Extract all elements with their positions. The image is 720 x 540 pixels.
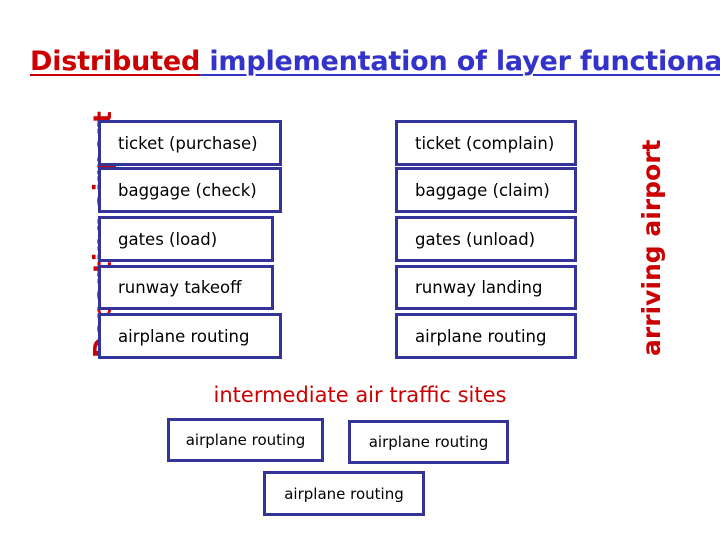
layer-box-label: airplane routing — [118, 326, 250, 346]
layer-box-departing-routing[interactable]: airplane routing — [98, 313, 282, 359]
layer-box-arriving-ticket[interactable]: ticket (complain) — [395, 120, 577, 166]
layer-box-label: airplane routing — [284, 484, 404, 503]
layer-box-label: airplane routing — [185, 431, 306, 449]
layer-box-intermediate-routing-2[interactable]: airplane routing — [348, 420, 509, 464]
page-title-rest: implementation of layer functionality — [200, 46, 720, 77]
layer-box-arriving-baggage[interactable]: baggage (claim) — [395, 167, 577, 213]
layer-box-label: airplane routing — [415, 326, 547, 346]
layer-box-departing-ticket[interactable]: ticket (purchase) — [98, 120, 282, 166]
layer-box-label: airplane routing — [368, 433, 489, 451]
layer-box-label: gates (load) — [118, 229, 218, 249]
layer-box-label: runway landing — [415, 278, 543, 297]
layer-box-arriving-routing[interactable]: airplane routing — [395, 313, 577, 359]
intermediate-sites-caption: intermediate air traffic sites — [213, 383, 507, 407]
layer-box-label: gates (unload) — [415, 229, 536, 249]
layer-box-label: ticket (complain) — [415, 133, 555, 153]
layer-box-label: baggage (check) — [118, 180, 257, 200]
layer-box-departing-baggage[interactable]: baggage (check) — [98, 167, 282, 213]
layer-box-arriving-gates[interactable]: gates (unload) — [395, 216, 577, 262]
page-title: Distributed implementation of layer func… — [30, 46, 720, 77]
slide-canvas: Distributed implementation of layer func… — [0, 0, 720, 540]
layer-box-label: baggage (claim) — [415, 180, 550, 200]
arriving-airport-label: arriving airport — [637, 139, 666, 356]
layer-box-label: ticket (purchase) — [118, 133, 258, 153]
layer-box-label: runway takeoff — [118, 278, 242, 297]
layer-box-departing-gates[interactable]: gates (load) — [98, 216, 274, 262]
page-title-highlight: Distributed — [30, 46, 201, 77]
layer-box-intermediate-routing-1[interactable]: airplane routing — [167, 418, 324, 462]
layer-box-intermediate-routing-3[interactable]: airplane routing — [263, 471, 425, 516]
layer-box-departing-runway[interactable]: runway takeoff — [98, 265, 274, 310]
layer-box-arriving-runway[interactable]: runway landing — [395, 265, 577, 310]
